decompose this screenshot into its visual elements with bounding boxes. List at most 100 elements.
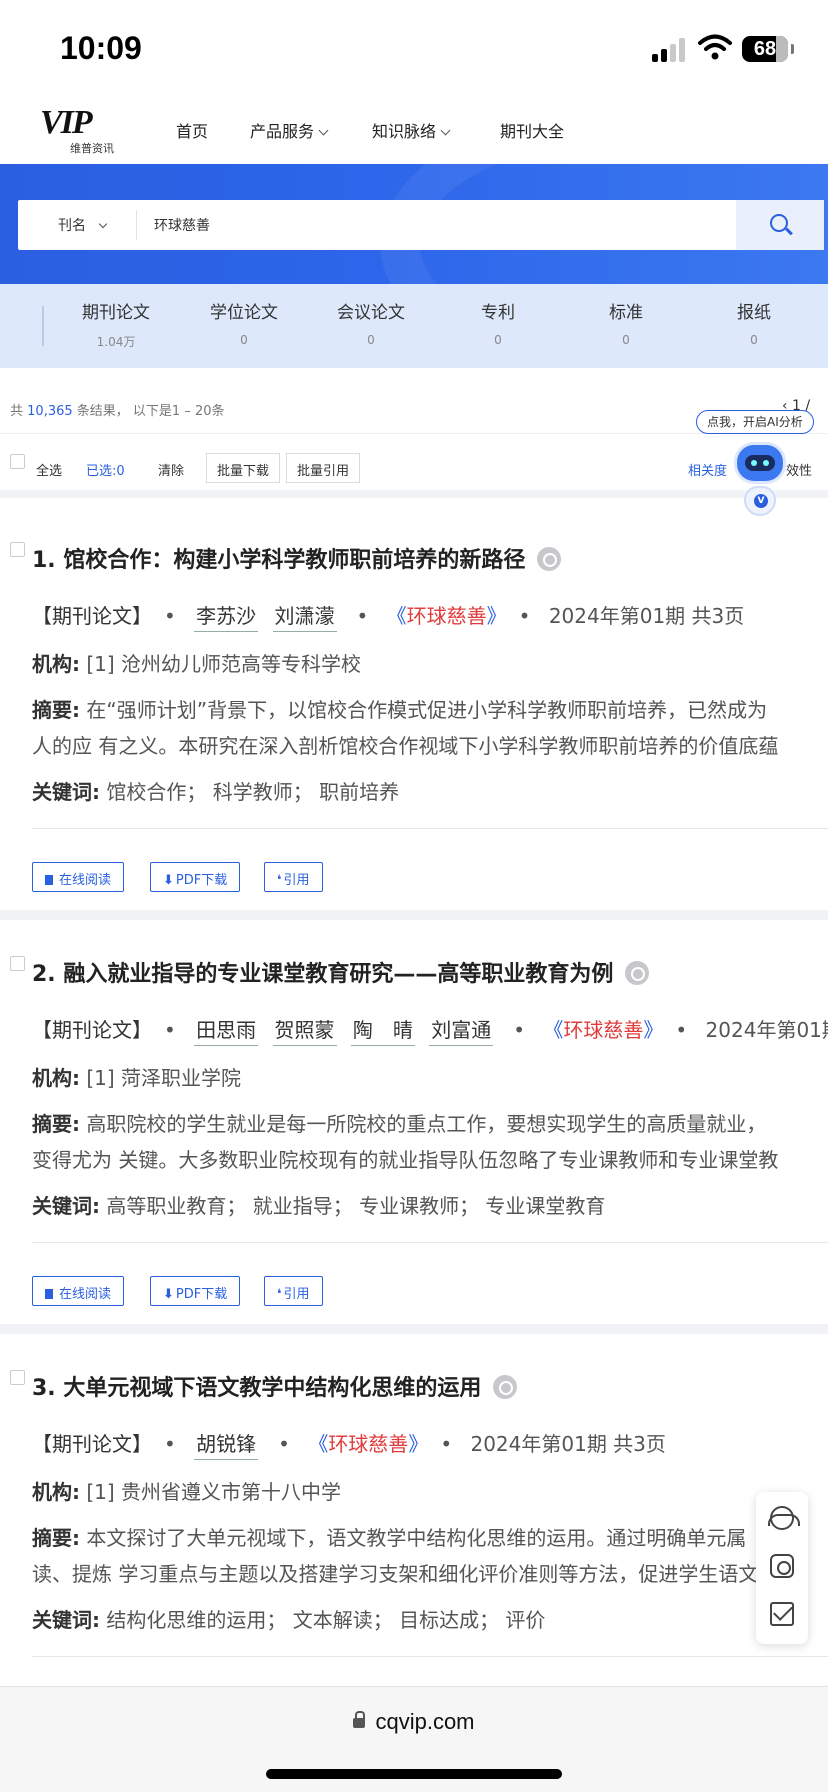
url-field[interactable]: cqvip.com — [0, 1709, 828, 1735]
result-item: 1. 馆校合作：构建小学科学教师职前培养的新路径 【期刊论文】 • 李苏沙 刘潇濛… — [0, 508, 828, 920]
lock-icon — [353, 1711, 366, 1728]
issue-date: 2024年第01期 共3页 — [548, 604, 745, 628]
divider — [32, 828, 828, 829]
chevron-down-icon — [98, 219, 108, 229]
institution-row: 机构: [1] 贵州省遵义市第十八中学 — [32, 1480, 342, 1504]
batch-download-button[interactable]: 批量下载 — [206, 453, 281, 483]
chevron-down-icon — [440, 125, 451, 136]
doc-type: 【期刊论文】 — [32, 1018, 152, 1042]
author-link[interactable]: 贺照蒙 — [272, 1014, 337, 1046]
status-bar: 10:09 68 — [0, 0, 828, 100]
open-access-icon — [493, 1375, 518, 1399]
journal-link[interactable]: 《环球慈善》 — [308, 1432, 428, 1456]
result-title[interactable]: 3. 大单元视域下语文教学中结构化思维的运用 — [32, 1370, 518, 1402]
tab-count: 0 — [494, 333, 502, 347]
search-banner: 刊名 — [0, 164, 828, 284]
batch-cite-button[interactable]: 批量引用 — [286, 453, 361, 483]
author-link[interactable]: 刘富通 — [429, 1014, 494, 1046]
tab-label: 期刊论文 — [82, 303, 150, 323]
phone-icon[interactable] — [770, 1554, 794, 1578]
home-indicator[interactable] — [266, 1769, 562, 1779]
result-meta: 【期刊论文】 • 胡锐锋 • 《环球慈善》 • 2024年第01期 共3页 — [32, 1428, 666, 1460]
sort-relevance[interactable]: 相关度 — [688, 460, 727, 479]
author-link[interactable]: 田思雨 — [194, 1014, 259, 1046]
message-icon[interactable] — [770, 1602, 794, 1626]
issue-date: 2024年第01期 — [705, 1018, 828, 1042]
search-field-select[interactable]: 刊名 — [58, 215, 108, 235]
result-meta: 【期刊论文】 • 田思雨 贺照蒙 陶 晴 刘富通 • 《环球慈善》 • 2024年第0… — [32, 1014, 828, 1046]
select-all-checkbox[interactable] — [10, 454, 25, 469]
cite-button[interactable]: ❛ 引用 — [264, 862, 323, 892]
abstract-row-continued: 读、提炼 学习重点与主题以及搭建学习支架和细化评价准则等方法，促进学生语文学 — [32, 1562, 779, 1586]
floating-toolbar — [756, 1492, 808, 1644]
nav-link-products[interactable]: 产品服务 — [250, 118, 329, 142]
top-nav: VIP 维普资讯 首页 产品服务 知识脉络 期刊大全 — [0, 100, 828, 164]
tab-degree-theses[interactable]: 学位论文 0 — [184, 298, 304, 347]
result-range: 条结果， 以下是1 – 20条 — [76, 404, 225, 419]
result-title[interactable]: 1. 馆校合作：构建小学科学教师职前培养的新路径 — [32, 542, 562, 574]
tab-label: 标准 — [609, 303, 643, 323]
ai-analysis-bubble[interactable]: 点我，开启AI分析 — [696, 410, 814, 434]
clear-button[interactable]: 清除 — [158, 460, 184, 479]
journal-link[interactable]: 《环球慈善》 — [543, 1018, 663, 1042]
result-checkbox[interactable] — [10, 956, 25, 971]
open-access-icon — [537, 547, 562, 571]
cellular-signal-icon — [652, 38, 688, 62]
result-item: 2. 融入就业指导的专业课堂教育研究——高等职业教育为例 【期刊论文】 • 田思雨… — [0, 922, 828, 1334]
tab-newspapers[interactable]: 报纸 0 — [694, 298, 814, 347]
author-link[interactable]: 李苏沙 — [194, 600, 259, 632]
download-icon: ⬇ — [163, 873, 174, 888]
read-online-button[interactable]: 在线阅读 — [32, 1276, 125, 1306]
doc-type: 【期刊论文】 — [32, 604, 152, 628]
journal-link[interactable]: 《环球慈善》 — [387, 604, 507, 628]
divider — [32, 1242, 828, 1243]
logo-text: VIP — [40, 104, 93, 141]
tab-count: 1.04万 — [96, 335, 136, 349]
divider — [136, 210, 137, 240]
status-time: 10:09 — [60, 30, 142, 66]
cite-button[interactable]: ❛ 引用 — [264, 1276, 323, 1306]
read-online-button[interactable]: 在线阅读 — [32, 862, 125, 892]
abstract-row: 摘要: 高职院校的学生就业是每一所院校的重点工作，要想实现学生的高质量就业， — [32, 1112, 767, 1136]
divider — [42, 306, 44, 346]
customer-service-icon[interactable] — [768, 1506, 800, 1530]
ai-robot-icon[interactable]: V — [728, 440, 792, 522]
robot-badge: V — [754, 494, 768, 508]
pdf-download-button[interactable]: ⬇ PDF下载 — [150, 1276, 241, 1306]
chevron-down-icon — [318, 125, 329, 136]
search-input[interactable] — [154, 212, 634, 238]
author-link[interactable]: 刘潇濛 — [272, 600, 337, 632]
tab-standards[interactable]: 标准 0 — [566, 298, 686, 347]
vip-logo[interactable]: VIP 维普资讯 — [40, 104, 120, 156]
search-button[interactable] — [736, 200, 824, 250]
select-all-label[interactable]: 全选 — [36, 460, 62, 479]
nav-link-home[interactable]: 首页 — [176, 118, 208, 142]
nav-link-knowledge[interactable]: 知识脉络 — [372, 118, 451, 142]
tab-journal-papers[interactable]: 期刊论文 1.04万 — [56, 298, 176, 350]
nav-link-journals[interactable]: 期刊大全 — [500, 118, 564, 142]
tab-label: 学位论文 — [210, 303, 278, 323]
author-link[interactable]: 陶 晴 — [350, 1014, 415, 1046]
keywords-row: 关键词: 馆校合作； 科学教师； 职前培养 — [32, 780, 400, 804]
result-title[interactable]: 2. 融入就业指导的专业课堂教育研究——高等职业教育为例 — [32, 956, 650, 988]
browser-address-bar: cqvip.com — [0, 1686, 828, 1792]
quote-icon: ❛ — [277, 873, 282, 888]
divider — [32, 1656, 828, 1657]
result-item: 3. 大单元视域下语文教学中结构化思维的运用 【期刊论文】 • 胡锐锋 • 《环球慈… — [0, 1336, 828, 1686]
result-checkbox[interactable] — [10, 1370, 25, 1385]
wifi-icon — [698, 34, 732, 60]
battery-level: 68 — [753, 38, 777, 60]
tab-conference-papers[interactable]: 会议论文 0 — [311, 298, 431, 347]
tab-label: 专利 — [481, 303, 515, 323]
battery-icon: 68 — [742, 36, 794, 62]
search-icon — [770, 214, 788, 232]
tab-patents[interactable]: 专利 0 — [438, 298, 558, 347]
pdf-download-button[interactable]: ⬇ PDF下载 — [150, 862, 241, 892]
tab-count: 0 — [240, 333, 248, 347]
author-link[interactable]: 胡锐锋 — [194, 1428, 259, 1460]
tab-label: 会议论文 — [337, 303, 405, 323]
category-tabs: 期刊论文 1.04万 学位论文 0 会议论文 0 专利 0 标准 0 报纸 0 — [0, 284, 828, 368]
result-checkbox[interactable] — [10, 542, 25, 557]
abstract-row: 摘要: 在“强师计划”背景下，以馆校合作模式促进小学科学教师职前培养，已然成为 — [32, 698, 768, 722]
logo-subtitle: 维普资讯 — [70, 142, 114, 155]
